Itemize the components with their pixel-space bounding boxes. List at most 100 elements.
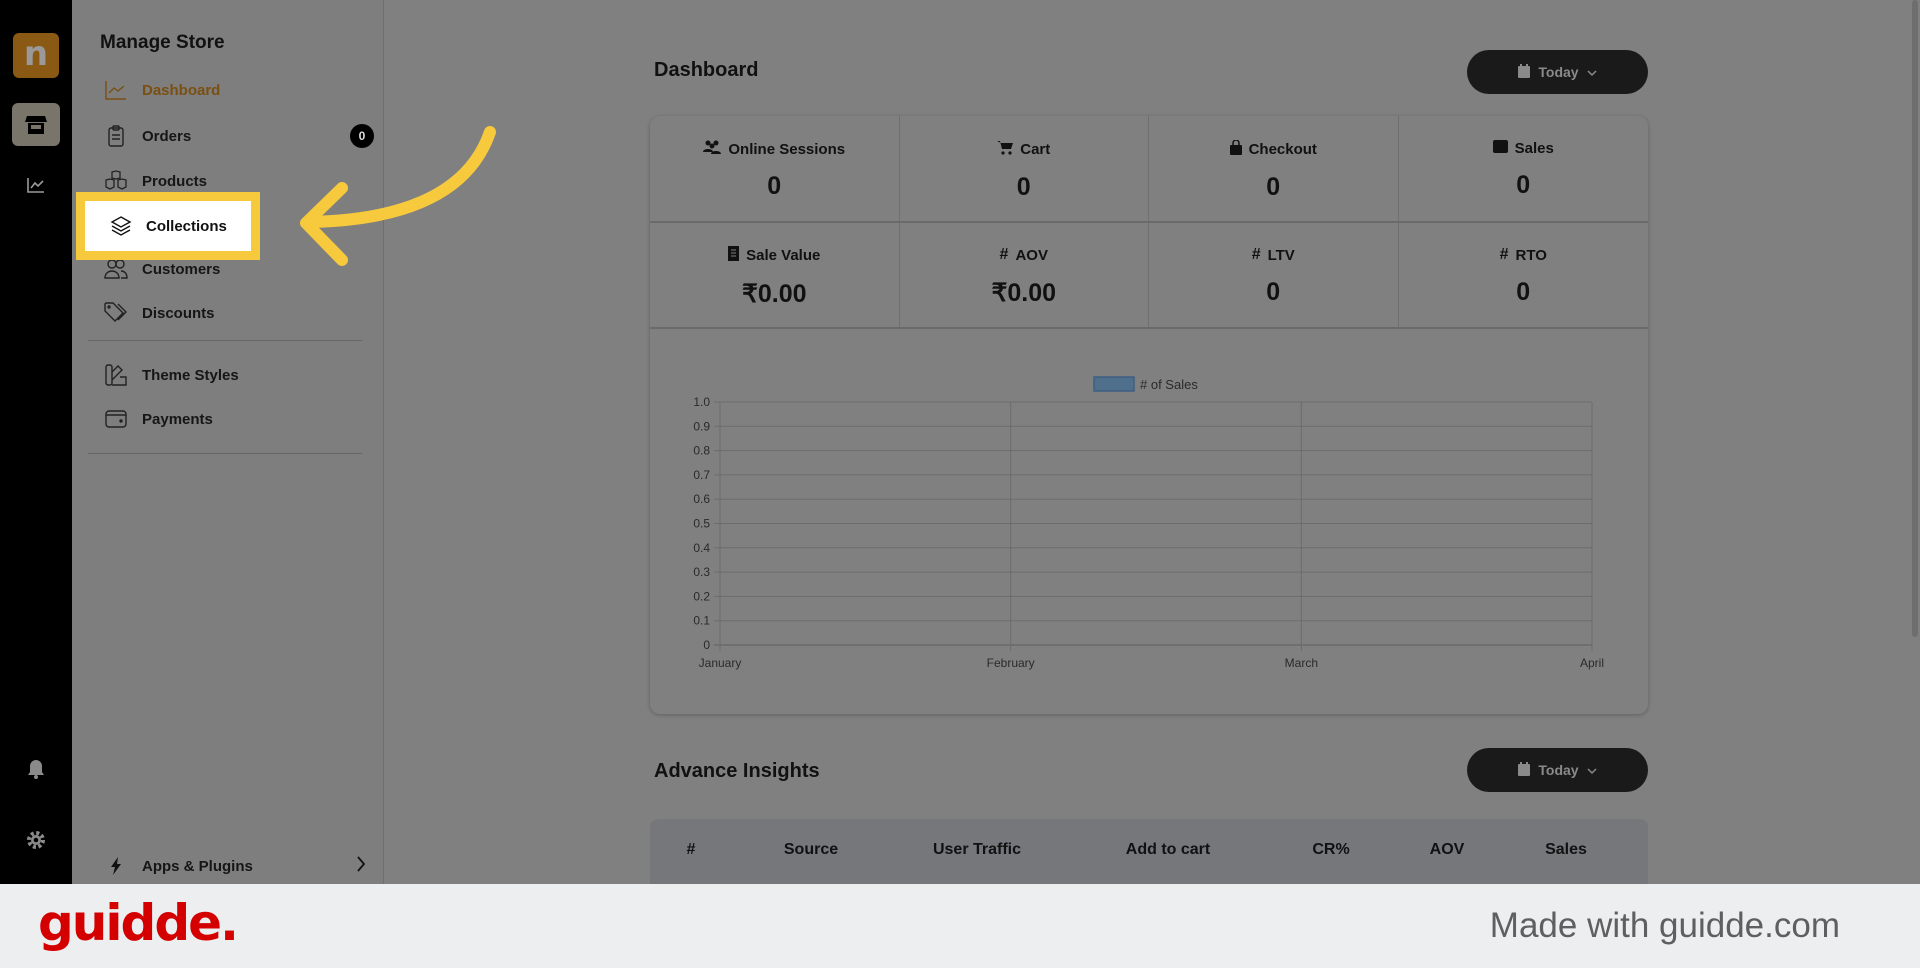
stat-label: Sales <box>1514 140 1554 157</box>
stat-ltv: # LTV 0 <box>1149 222 1399 328</box>
calendar-icon <box>1518 63 1531 81</box>
dashboard-card: Online Sessions 0 Cart 0 Checkout 0 Sales 0 Sale… <box>650 116 1648 714</box>
clipboard-icon <box>104 124 128 148</box>
stat-checkout: Checkout 0 <box>1149 116 1399 222</box>
column-header-cr[interactable]: CR% <box>1312 841 1349 859</box>
date-range-label: Today <box>1538 762 1579 778</box>
sidebar-item-label: Customers <box>142 260 221 278</box>
guidde-footer: guidde. Made with guidde.com <box>0 884 1920 968</box>
sidebar-item-label: Discounts <box>142 304 215 322</box>
sidebar-item-label: Apps & Plugins <box>142 857 253 875</box>
y-tick-label: 0.6 <box>693 492 710 506</box>
stat-value: ₹0.00 <box>991 279 1057 307</box>
y-tick-label: 1.0 <box>693 395 710 409</box>
sidebar-divider <box>88 340 362 341</box>
y-tick-label: 0 <box>703 638 710 652</box>
page-scrollbar[interactable] <box>1912 0 1918 637</box>
hash-icon: # <box>1251 246 1261 263</box>
sidebar-item-label: Dashboard <box>142 81 221 99</box>
icon-rail: n <box>0 0 72 884</box>
users-icon <box>703 140 722 158</box>
y-tick-label: 0.4 <box>693 541 710 555</box>
y-tick-label: 0.7 <box>693 468 710 482</box>
chevron-down-icon <box>1587 64 1597 80</box>
wallet-icon <box>1492 140 1508 157</box>
sidebar-item-apps-plugins[interactable]: Apps & Plugins <box>104 854 374 878</box>
hash-icon: # <box>999 246 1009 263</box>
sidebar-item-label: Payments <box>142 410 213 428</box>
insights-title: Advance Insights <box>654 760 820 782</box>
guidde-logo: guidde. <box>38 894 239 952</box>
x-tick-label: March <box>1285 656 1318 670</box>
stats-row-divider <box>650 327 1648 329</box>
stat-rto: # RTO 0 <box>1399 222 1649 328</box>
y-tick-label: 0.5 <box>693 517 710 531</box>
stat-value: ₹0.00 <box>741 280 807 308</box>
chart-line-icon <box>104 78 128 102</box>
stat-value: 0 <box>1266 173 1281 201</box>
sidebar-item-theme-styles[interactable]: Theme Styles <box>104 363 374 387</box>
dashboard-date-range-dropdown[interactable]: Today <box>1467 50 1648 94</box>
sales-chart: 0 0.1 0.2 0.3 0.4 0.5 0.6 0.7 0.8 0.9 1.0 January Fe… <box>693 376 1604 670</box>
chevron-down-icon <box>1587 762 1597 778</box>
sidebar-item-label: Orders <box>142 127 192 145</box>
receipt-icon <box>728 246 740 265</box>
made-with-guidde: Made with guidde.com <box>1489 906 1840 945</box>
sidebar-item-label: Products <box>142 172 208 190</box>
stat-label: Checkout <box>1248 141 1317 158</box>
stat-label: LTV <box>1267 246 1295 264</box>
stat-sale-value: Sale Value ₹0.00 <box>650 222 900 328</box>
column-header-sales[interactable]: Sales <box>1545 841 1587 859</box>
y-tick-label: 0.3 <box>693 565 710 579</box>
hash-icon: # <box>1499 246 1509 263</box>
sidebar-item-payments[interactable]: Payments <box>104 407 374 431</box>
layers-icon <box>110 215 132 237</box>
sidebar-divider <box>88 453 362 454</box>
y-tick-label: 0.9 <box>693 419 710 433</box>
sidebar-title: Manage Store <box>100 32 225 53</box>
dashboard-title: Dashboard <box>654 59 759 81</box>
stats-row-divider <box>650 221 1648 223</box>
analytics-icon[interactable] <box>24 173 48 197</box>
stat-value: 0 <box>1016 173 1031 201</box>
annotation-arrow-icon <box>300 126 496 266</box>
stat-cart: Cart 0 <box>900 116 1149 222</box>
stat-value: 0 <box>1516 171 1531 199</box>
stat-value: 0 <box>1516 278 1531 306</box>
y-tick-label: 0.1 <box>693 614 710 628</box>
cart-icon <box>997 140 1014 159</box>
sidebar-item-label: Collections <box>146 217 227 235</box>
sidebar-item-collections[interactable]: Collections <box>76 192 260 260</box>
stat-value: 0 <box>1266 278 1281 306</box>
sidebar-item-discounts[interactable]: Discounts <box>104 301 374 325</box>
store-icon[interactable] <box>12 103 60 146</box>
stat-label: Sale Value <box>746 247 821 264</box>
date-range-label: Today <box>1538 64 1579 80</box>
lightning-icon <box>104 854 128 878</box>
sidebar-item-label: Theme Styles <box>142 366 239 384</box>
stat-label: RTO <box>1515 246 1547 264</box>
stat-label: Online Sessions <box>728 140 846 158</box>
legend-label: # of Sales <box>1140 377 1198 392</box>
calendar-icon <box>1518 761 1531 779</box>
gear-icon[interactable] <box>24 828 48 852</box>
insights-date-range-dropdown[interactable]: Today <box>1467 748 1648 792</box>
stat-label: Cart <box>1020 141 1051 158</box>
bell-icon[interactable] <box>24 757 48 781</box>
y-tick-label: 0.2 <box>693 589 710 603</box>
bag-icon <box>1229 139 1242 159</box>
sidebar-item-dashboard[interactable]: Dashboard <box>104 78 374 102</box>
column-header-aov[interactable]: AOV <box>1430 841 1465 859</box>
x-tick-label: February <box>987 656 1035 670</box>
stat-aov: # AOV ₹0.00 <box>900 222 1149 328</box>
stat-sales: Sales 0 <box>1399 116 1649 222</box>
app-logo[interactable]: n <box>13 33 59 78</box>
column-header-add-to-cart[interactable]: Add to cart <box>1126 841 1210 859</box>
column-header-user-traffic[interactable]: User Traffic <box>933 841 1021 859</box>
column-header-source[interactable]: Source <box>784 841 838 859</box>
column-header-index[interactable]: # <box>687 841 696 859</box>
chevron-right-icon <box>356 856 366 876</box>
stat-value: 0 <box>767 172 782 200</box>
stat-online-sessions: Online Sessions 0 <box>650 116 900 222</box>
boxes-icon <box>104 169 128 193</box>
